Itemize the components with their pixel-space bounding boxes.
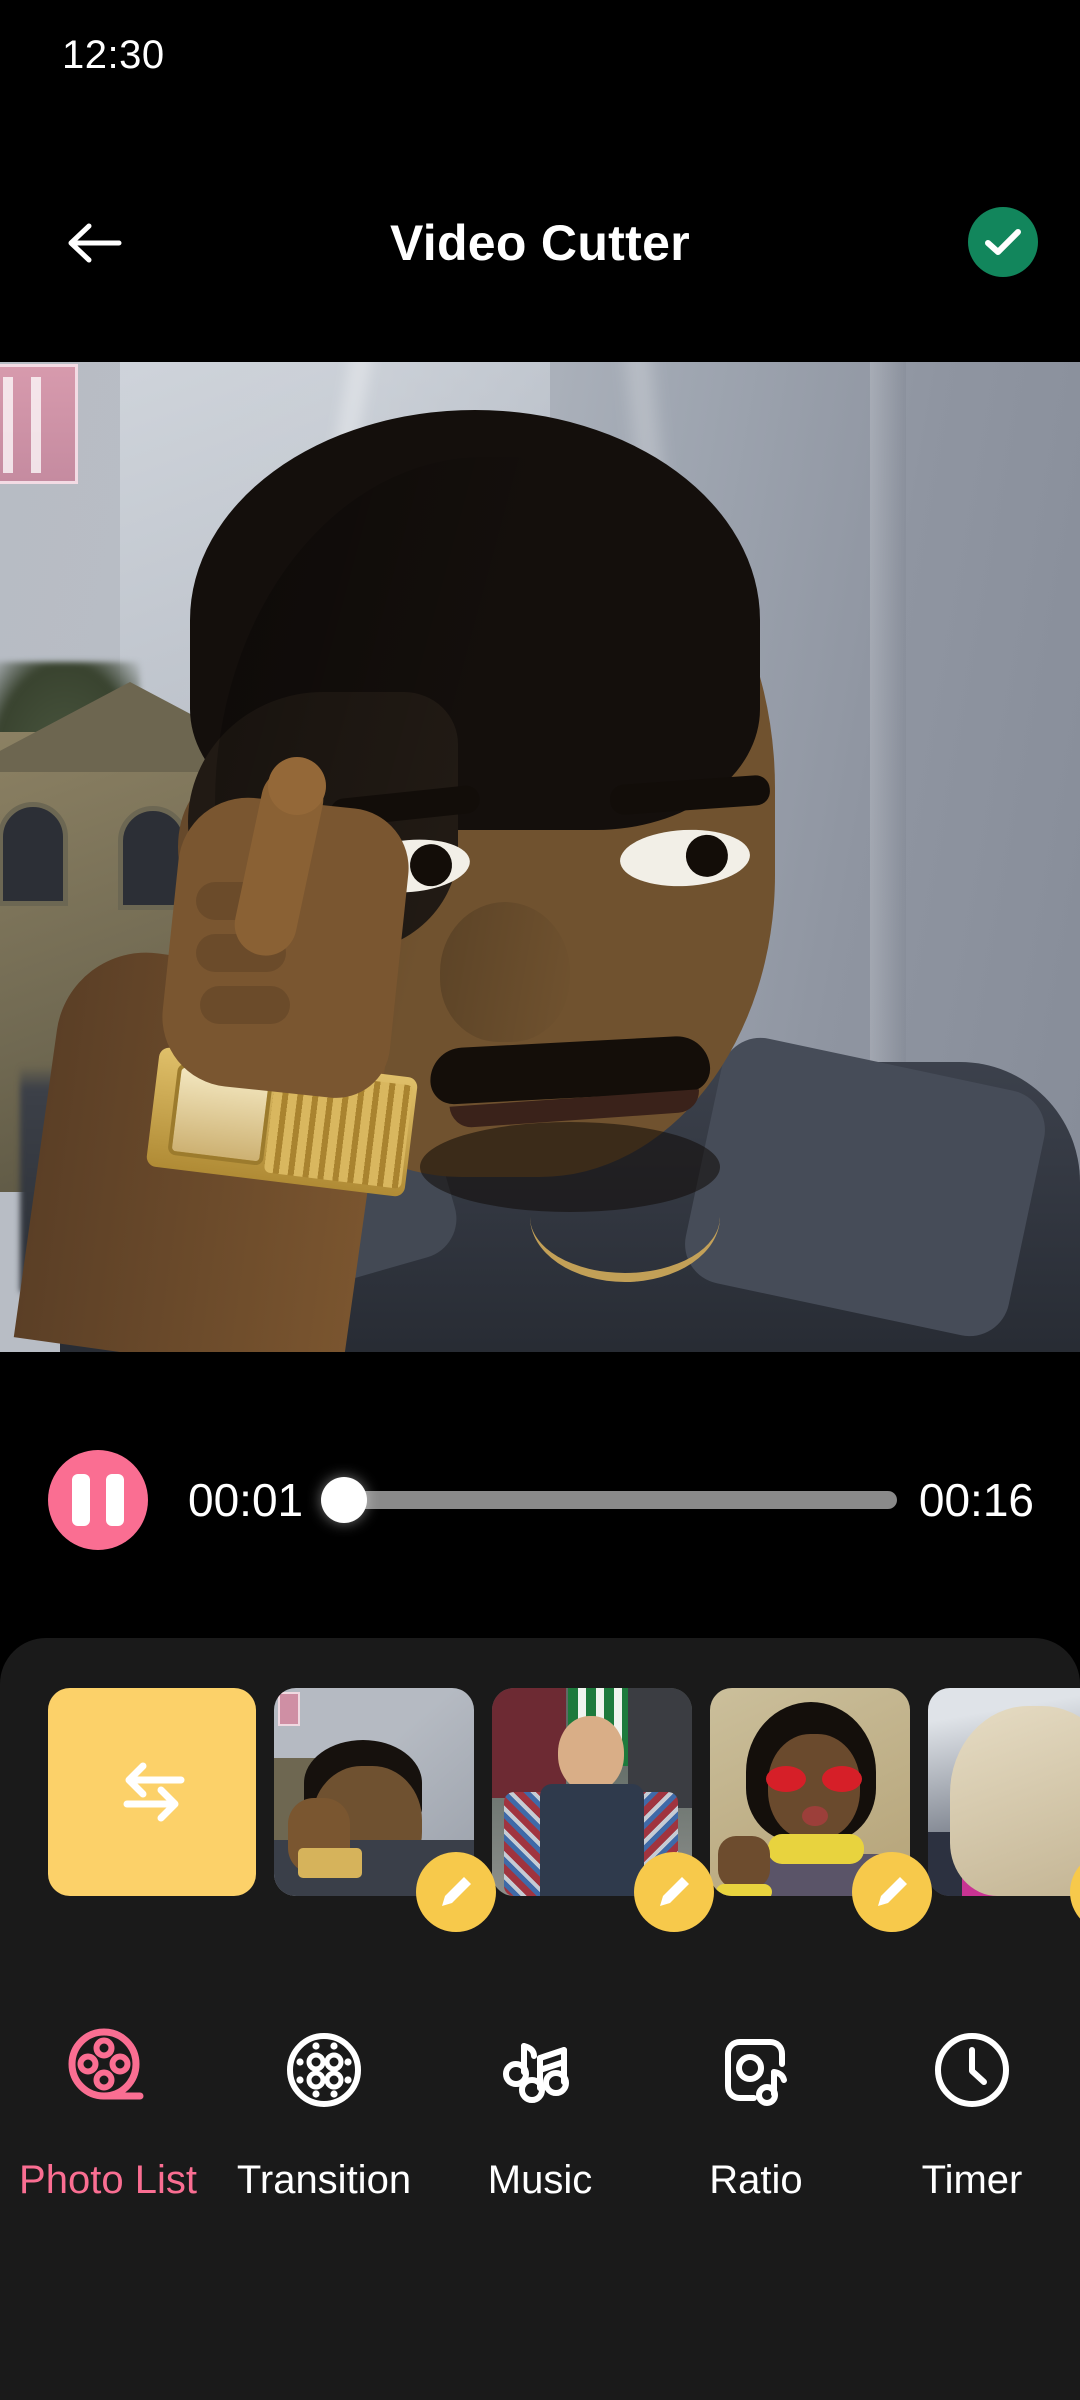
current-time-label: 00:01 — [188, 1474, 304, 1526]
seek-slider-thumb[interactable] — [320, 1477, 367, 1523]
tab-photo-list[interactable]: Photo List — [0, 2010, 216, 2203]
pencil-icon — [872, 1872, 912, 1912]
arrow-left-icon — [67, 221, 123, 265]
tab-label: Music — [487, 2158, 593, 2202]
pencil-icon — [654, 1872, 694, 1912]
tab-label: Timer — [921, 2158, 1023, 2202]
pencil-icon — [436, 1872, 476, 1912]
tab-ratio[interactable]: Ratio — [648, 2010, 864, 2203]
status-bar: 12:30 — [0, 0, 1080, 110]
pause-icon-bar-left — [72, 1474, 90, 1526]
editor-tab-bar: Photo List Transition Music Ratio Timer — [0, 2010, 1080, 2270]
tab-label: Ratio — [709, 2158, 803, 2202]
tab-label: Photo List — [19, 2158, 197, 2202]
check-icon — [983, 226, 1023, 258]
video-frame-image — [0, 362, 1080, 1352]
total-time-label: 00:16 — [918, 1474, 1034, 1526]
editor-panel: Photo List Transition Music Ratio Timer — [0, 1638, 1080, 2400]
app-bar: Video Cutter — [0, 190, 1080, 295]
photo-thumbnail[interactable] — [928, 1688, 1080, 1932]
back-button[interactable] — [40, 190, 150, 295]
video-preview[interactable] — [0, 362, 1080, 1352]
photo-thumbnail-strip[interactable] — [0, 1688, 1080, 1958]
playback-controls: 00:01 00:16 — [0, 1405, 1080, 1595]
pause-icon-bar-right — [106, 1474, 124, 1526]
confirm-button[interactable] — [968, 207, 1038, 277]
pause-button[interactable] — [48, 1450, 148, 1550]
tab-transition[interactable]: Transition — [216, 2010, 432, 2203]
video-cutter-screen: 12:30 Video Cutter 00:01 00:16 Photo Lis… — [0, 0, 1080, 2400]
music-notes-icon — [494, 2010, 586, 2130]
tab-timer[interactable]: Timer — [864, 2010, 1080, 2203]
edit-photo-button[interactable] — [852, 1852, 932, 1932]
photo-thumbnail-image — [928, 1688, 1080, 1896]
edit-photo-button[interactable] — [416, 1852, 496, 1932]
reorder-photos-button[interactable] — [48, 1688, 256, 1896]
edit-photo-button[interactable] — [634, 1852, 714, 1932]
aspect-ratio-icon — [710, 2010, 802, 2130]
photo-thumbnail[interactable] — [710, 1688, 932, 1932]
swap-arrows-icon — [109, 1749, 195, 1835]
transition-dots-icon — [278, 2010, 370, 2130]
film-reel-icon — [62, 2010, 154, 2130]
tab-label: Transition — [236, 2158, 412, 2202]
seek-slider[interactable] — [320, 1477, 897, 1523]
photo-thumbnail[interactable] — [492, 1688, 714, 1932]
tab-music[interactable]: Music — [432, 2010, 648, 2203]
page-title: Video Cutter — [390, 214, 690, 271]
clock-icon — [926, 2010, 1018, 2130]
photo-thumbnail[interactable] — [274, 1688, 496, 1932]
status-bar-clock: 12:30 — [62, 32, 165, 77]
